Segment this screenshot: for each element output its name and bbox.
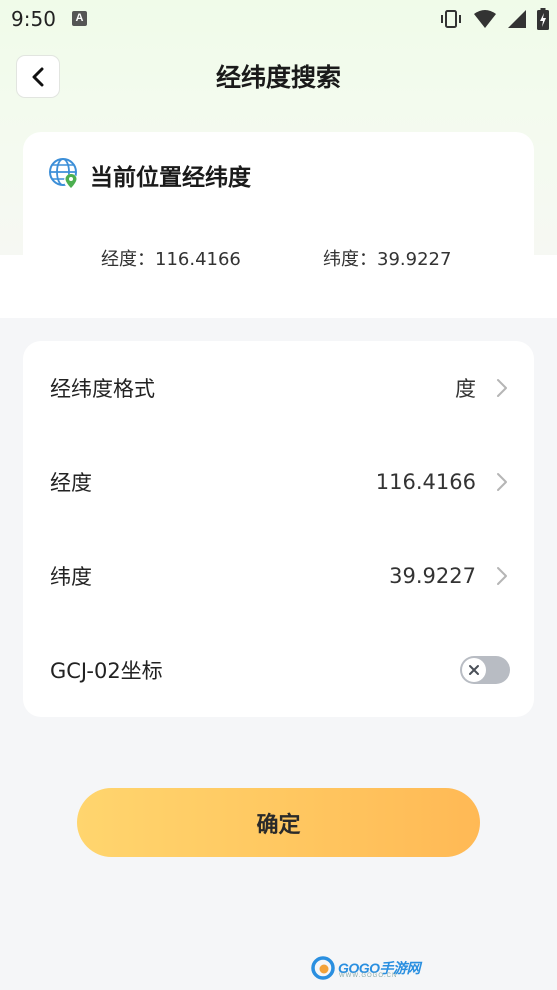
- notification-icon: A: [72, 11, 87, 26]
- longitude-row[interactable]: 经度 116.4166: [23, 435, 534, 529]
- gogo-logo-icon: [311, 956, 335, 980]
- globe-location-icon: [49, 158, 78, 188]
- chevron-right-icon: [497, 567, 507, 585]
- watermark-logo: GOGO手游网 WWW.GOGO.CN: [311, 956, 421, 980]
- page-title: 经纬度搜索: [215, 63, 341, 92]
- confirm-button[interactable]: 确定: [77, 788, 480, 857]
- chevron-right-icon: [497, 379, 507, 397]
- close-icon: [469, 665, 479, 675]
- settings-card: 经纬度格式 度 经度 116.4166 纬度 39.9227 GCJ-02坐标: [23, 341, 534, 717]
- format-value: 度: [455, 377, 476, 401]
- gcj-label: GCJ-02坐标: [50, 659, 163, 683]
- status-icons: [439, 8, 549, 30]
- current-longitude: 经度：116.4166: [101, 249, 241, 270]
- signal-icon: [508, 10, 526, 28]
- battery-charging-icon: [537, 8, 549, 30]
- gcj-toggle[interactable]: [460, 656, 510, 684]
- status-bar: 9:50 A: [0, 0, 557, 40]
- current-latitude: 纬度：39.9227: [323, 249, 452, 270]
- status-time: 9:50: [11, 7, 56, 31]
- current-location-title: 当前位置经纬度: [90, 165, 251, 191]
- gcj-row: GCJ-02坐标: [23, 623, 534, 717]
- format-row[interactable]: 经纬度格式 度: [23, 341, 534, 435]
- vibrate-icon: [441, 10, 461, 28]
- longitude-label: 经度: [50, 471, 92, 495]
- latitude-label: 纬度: [50, 565, 92, 589]
- toggle-knob: [462, 658, 486, 682]
- chevron-right-icon: [497, 473, 507, 491]
- latitude-row[interactable]: 纬度 39.9227: [23, 529, 534, 623]
- current-location-card: 当前位置经纬度 经度：116.4166 纬度：39.9227: [23, 132, 534, 287]
- wifi-icon: [474, 10, 496, 28]
- longitude-value: 116.4166: [375, 470, 476, 494]
- latitude-value: 39.9227: [389, 564, 476, 588]
- format-label: 经纬度格式: [50, 377, 155, 401]
- watermark-sub: WWW.GOGO.CN: [339, 973, 398, 979]
